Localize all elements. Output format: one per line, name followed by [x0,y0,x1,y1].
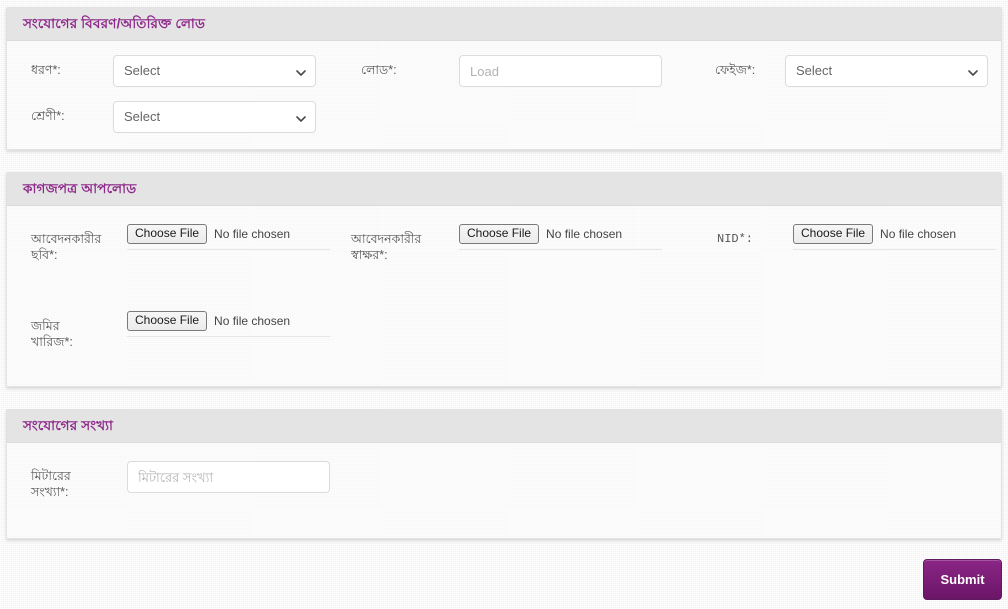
field-load: লোড*: [351,55,685,87]
connection-row-1: ধরণ*: Select লোড*: Load ফেইজ*: Select [17,55,991,87]
documents-row-1: আবেদনকারীর ছবি*: Choose File No file cho… [17,224,996,263]
type-select-wrap: Select [113,55,316,87]
field-nid-label: NID*: [717,232,754,246]
field-meter-count-control [127,461,351,493]
field-type-control: Select [113,55,351,87]
panel-connection-body: ধরণ*: Select লোড*: Load ফেইজ*: Select শ্… [7,41,1001,149]
choose-file-button[interactable]: Choose File [793,224,874,244]
field-land-mutation: জমির খারিজ*: Choose File No file chosen [17,311,351,350]
field-meter-count-label: মিটারের সংখ্যা*: [31,469,71,499]
panel-connection-details: সংযোগের বিবরণ/অতিরিক্ত লোড ধরণ*: Select [6,7,1002,150]
class-select-wrap: Select [113,101,316,133]
panel-connection-header: সংযোগের বিবরণ/অতিরিক্ত লোড [7,8,1001,41]
panel-connection-title: সংযোগের বিবরণ/অতিরিক্ত লোড [23,16,206,32]
load-input[interactable] [459,55,662,87]
file-input-nid[interactable]: Choose File No file chosen [793,224,996,250]
field-land-mutation-label: জমির খারিজ*: [31,319,73,349]
field-nid: NID*: Choose File No file chosen [685,224,1008,250]
panel-documents-body: আবেদনকারীর ছবি*: Choose File No file cho… [7,206,1001,386]
field-phase: ফেইজ*: Select [685,55,1008,87]
panel-meters-body: মিটারের সংখ্যা*: [7,443,1001,538]
field-applicant-signature-label: আবেদনকারীর স্বাক্ষর*: [351,232,422,262]
field-phase-control: Select [785,55,1008,87]
field-applicant-photo-label: আবেদনকারীর ছবি*: [31,232,102,262]
panel-documents-header: কাগজপত্র আপলোড [7,173,1001,206]
choose-file-button[interactable]: Choose File [127,224,208,244]
panel-documents-title: কাগজপত্র আপলোড [23,181,137,197]
documents-row-2: জমির খারিজ*: Choose File No file chosen [17,311,991,350]
panel-meters-header: সংযোগের সংখ্যা [7,410,1001,443]
field-land-mutation-control: Choose File No file chosen [127,311,351,337]
file-input-land-mutation[interactable]: Choose File No file chosen [127,311,330,337]
file-status-text: No file chosen [546,227,623,241]
meters-row-1: মিটারের সংখ্যা*: [17,461,991,500]
choose-file-button[interactable]: Choose File [127,311,208,331]
panel-meters-title: সংযোগের সংখ্যা [23,418,114,434]
field-class: শ্রেণী*: Select [17,101,351,133]
file-input-applicant-photo[interactable]: Choose File No file chosen [127,224,330,250]
form-page: সংযোগের বিবরণ/অতিরিক্ত লোড ধরণ*: Select [0,0,1008,609]
field-applicant-signature: আবেদনকারীর স্বাক্ষর*: Choose File No fil… [351,224,685,263]
field-meter-count: মিটারের সংখ্যা*: [17,461,351,500]
field-type: ধরণ*: Select [17,55,351,87]
panel-connection-count: সংযোগের সংখ্যা মিটারের সংখ্যা*: [6,409,1002,539]
field-type-label: ধরণ*: [31,63,61,77]
panel-document-upload: কাগজপত্র আপলোড আবেদনকারীর ছবি*: Choose F… [6,172,1002,387]
class-select[interactable]: Select [113,101,316,133]
submit-button[interactable]: Submit [923,559,1002,600]
connection-row-2: শ্রেণী*: Select [17,101,991,133]
file-status-text: No file chosen [214,227,291,241]
file-status-text: No file chosen [880,227,957,241]
field-applicant-photo-control: Choose File No file chosen [127,224,351,250]
field-class-label: শ্রেণী*: [31,109,65,123]
field-load-control [459,55,685,87]
field-load-label: লোড*: [361,63,397,77]
phase-select-wrap: Select [785,55,988,87]
field-applicant-photo: আবেদনকারীর ছবি*: Choose File No file cho… [17,224,351,263]
field-phase-label: ফেইজ*: [715,63,756,77]
phase-select[interactable]: Select [785,55,988,87]
type-select[interactable]: Select [113,55,316,87]
file-input-applicant-signature[interactable]: Choose File No file chosen [459,224,662,250]
file-status-text: No file chosen [214,314,291,328]
field-nid-control: Choose File No file chosen [793,224,1008,250]
meter-count-input[interactable] [127,461,330,493]
field-class-control: Select [113,101,351,133]
choose-file-button[interactable]: Choose File [459,224,540,244]
submit-bar: Submit [923,559,1002,600]
field-applicant-signature-control: Choose File No file chosen [459,224,685,250]
